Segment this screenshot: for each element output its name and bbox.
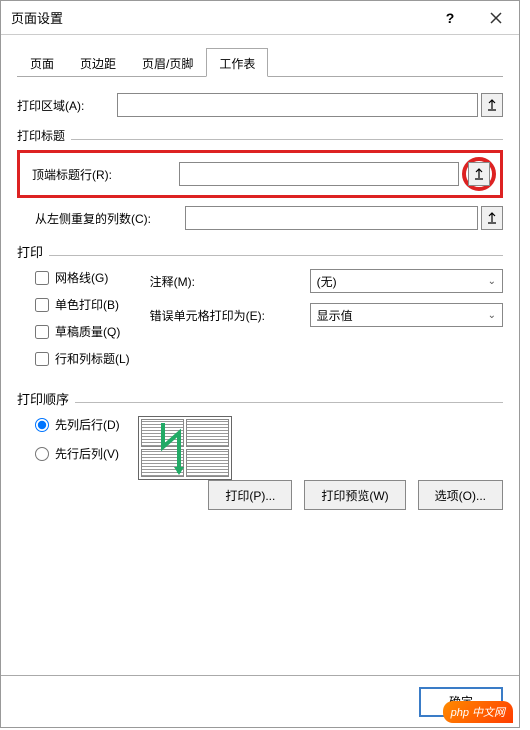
print-options: 网格线(G) 单色打印(B) 草稿质量(Q) 行和列标题(L) [17,269,503,377]
draft-checkbox-wrap[interactable]: 草稿质量(Q) [35,323,130,340]
collapse-icon [487,212,497,224]
watermark: php 中文网 [443,701,513,723]
tab-margins[interactable]: 页边距 [67,48,129,77]
down-then-over-radio[interactable] [35,418,49,432]
print-titles-header: 打印标题 [17,127,503,144]
top-title-rows-highlight: 顶端标题行(R): [17,150,503,198]
titlebar-controls: ? [427,1,519,34]
ref-button-highlight-circle [462,157,496,191]
print-area-ref-button[interactable] [481,93,503,117]
left-repeat-cols-input[interactable] [185,206,478,230]
help-button[interactable]: ? [427,1,473,34]
top-title-rows-label: 顶端标题行(R): [24,166,179,183]
errors-label: 错误单元格打印为(E): [150,307,310,324]
print-options-header: 打印 [17,242,503,261]
chevron-down-icon: ⌄ [488,310,496,321]
divider [49,247,503,256]
tab-page[interactable]: 页面 [17,48,67,77]
form-area: 打印区域(A): 打印标题 顶端标题行(R): [17,77,503,675]
close-button[interactable] [473,1,519,34]
print-order-label: 打印顺序 [17,389,69,408]
errors-row: 错误单元格打印为(E): 显示值 ⌄ [150,303,503,327]
monochrome-checkbox-wrap[interactable]: 单色打印(B) [35,296,130,313]
tab-sheet[interactable]: 工作表 [206,48,268,77]
headings-checkbox[interactable] [35,352,49,366]
top-title-rows-ref-button[interactable] [468,162,490,186]
page-setup-dialog: 页面设置 ? 页面 页边距 页眉/页脚 工作表 打印区域(A): 打印标 [0,0,520,728]
print-titles-label: 打印标题 [17,127,65,144]
dialog-title: 页面设置 [11,8,63,27]
top-title-rows-input[interactable] [179,162,459,186]
down-then-over-wrap[interactable]: 先列后行(D) [35,416,120,433]
errors-value: 显示值 [317,307,353,324]
monochrome-checkbox[interactable] [35,298,49,312]
dropdown-column: 注释(M): (无) ⌄ 错误单元格打印为(E): 显示值 ⌄ [150,269,503,377]
print-button[interactable]: 打印(P)... [208,480,292,510]
gridlines-label: 网格线(G) [55,269,108,286]
gridlines-checkbox-wrap[interactable]: 网格线(G) [35,269,130,286]
close-icon [490,12,502,24]
preview-page [141,419,184,447]
gridlines-checkbox[interactable] [35,271,49,285]
print-options-label: 打印 [17,242,43,261]
left-repeat-cols-ref-button[interactable] [481,206,503,230]
left-repeat-cols-row: 从左侧重复的列数(C): [17,206,503,230]
comments-label: 注释(M): [150,273,310,290]
preview-page [186,449,229,477]
left-repeat-cols-label: 从左侧重复的列数(C): [35,210,185,227]
comments-select[interactable]: (无) ⌄ [310,269,503,293]
print-order-preview [138,416,232,480]
draft-checkbox[interactable] [35,325,49,339]
over-then-down-label: 先行后列(V) [55,445,119,462]
print-order-section: 先列后行(D) 先行后列(V) [17,416,503,480]
print-area-label: 打印区域(A): [17,97,117,114]
titlebar: 页面设置 ? [1,1,519,35]
divider [75,394,503,403]
action-button-row: 打印(P)... 打印预览(W) 选项(O)... [17,480,503,522]
collapse-icon [487,99,497,111]
down-then-over-label: 先列后行(D) [55,416,120,433]
errors-select[interactable]: 显示值 ⌄ [310,303,503,327]
radio-column: 先列后行(D) 先行后列(V) [35,416,120,474]
print-area-input[interactable] [117,93,478,117]
chevron-down-icon: ⌄ [488,276,496,287]
over-then-down-radio[interactable] [35,447,49,461]
comments-value: (无) [317,273,337,290]
headings-checkbox-wrap[interactable]: 行和列标题(L) [35,350,130,367]
preview-page [186,419,229,447]
comments-row: 注释(M): (无) ⌄ [150,269,503,293]
divider [71,131,503,140]
headings-label: 行和列标题(L) [55,350,130,367]
print-area-row: 打印区域(A): [17,93,503,117]
dialog-content: 页面 页边距 页眉/页脚 工作表 打印区域(A): 打印标题 顶端标题行(R): [1,35,519,675]
monochrome-label: 单色打印(B) [55,296,119,313]
options-button[interactable]: 选项(O)... [418,480,503,510]
dialog-footer: 确定 php 中文网 [1,675,519,727]
collapse-icon [474,168,484,180]
checkbox-column: 网格线(G) 单色打印(B) 草稿质量(Q) 行和列标题(L) [35,269,130,377]
over-then-down-wrap[interactable]: 先行后列(V) [35,445,120,462]
preview-page [141,449,184,477]
tab-header-footer[interactable]: 页眉/页脚 [129,48,206,77]
draft-label: 草稿质量(Q) [55,323,120,340]
tab-bar: 页面 页边距 页眉/页脚 工作表 [17,47,503,77]
print-preview-button[interactable]: 打印预览(W) [304,480,405,510]
print-order-header: 打印顺序 [17,389,503,408]
